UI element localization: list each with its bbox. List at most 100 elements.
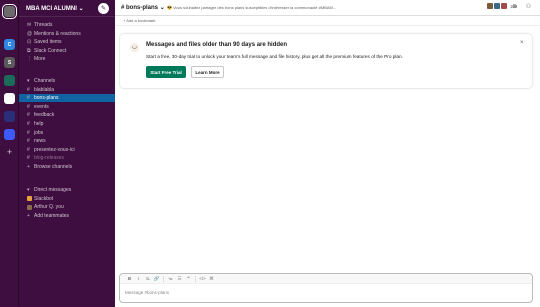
sidebar-item-label: jobs (34, 129, 44, 136)
sidebar-item-channel[interactable]: # presentez-vous-ici (19, 146, 115, 154)
sidebar-item-dm[interactable]: Slackbot (19, 195, 115, 203)
workspace-icon[interactable] (4, 111, 15, 122)
sidebar-item-label: Slackbot (34, 195, 54, 202)
bold-icon[interactable]: B (125, 276, 134, 281)
sidebar-item-label: Slack Connect (34, 47, 67, 54)
sidebar-item-channel[interactable]: # news (19, 137, 115, 145)
hash-icon: # (27, 146, 30, 153)
sidebar-item-label: Mentions & reactions (34, 30, 81, 37)
italic-icon[interactable]: I (134, 276, 143, 281)
sidebar-item-slack[interactable]: ⧉ Slack Connect (19, 47, 115, 55)
user-icon[interactable]: ⚇ (525, 4, 532, 11)
more-icon: ⋮ (27, 56, 32, 63)
sidebar-item-dm[interactable]: Arthur Q. you (19, 203, 115, 211)
code-icon[interactable]: </> (198, 276, 207, 281)
history-limit-banner: ◡ Messages and files older than 90 days … (120, 34, 532, 88)
browse-channels-button[interactable]: + Browse channels (19, 163, 115, 171)
sidebar-item-label: More (34, 56, 46, 63)
sidebar-item-label: Direct messages (34, 187, 72, 193)
add-workspace-button[interactable]: + (5, 148, 14, 157)
at-icon: @ (27, 30, 33, 37)
add-bookmark-button[interactable]: + Add a bookmark (123, 18, 155, 23)
link-icon[interactable]: 🔗 (152, 276, 161, 282)
start-free-trial-button[interactable]: Start Free Trial (146, 66, 186, 78)
sidebar-item-label: Arthur Q. you (34, 204, 64, 211)
channel-header: # bons-plans ⌄ 😎 Vous souhaitez partager… (115, 0, 540, 16)
plus-icon: + (27, 212, 30, 219)
channel-sidebar: MBA MCI ALUMNI ⌄ ✎ ✉ Threads @ Mentions & r… (19, 0, 115, 307)
sidebar-item-saved[interactable]: ⊡ Saved items (19, 38, 115, 46)
hash-icon: # (27, 112, 30, 119)
close-icon[interactable]: × (520, 40, 524, 46)
sidebar-item-channel[interactable]: # help (19, 120, 115, 128)
divider (195, 275, 196, 282)
banner-title: Messages and files older than 90 days ar… (146, 42, 288, 48)
dm-section-header[interactable]: ▾ Direct messages (19, 186, 115, 194)
avatar (501, 3, 507, 9)
sidebar-item-label: Channels (34, 78, 56, 84)
sidebar-item-threads[interactable]: ✉ Threads (19, 21, 115, 29)
sidebar-item-label: bons-plans (34, 95, 59, 102)
sidebar-item-label: events (34, 103, 49, 110)
learn-more-button[interactable]: Learn More (191, 66, 224, 78)
bullet-list-icon[interactable]: ☰ (175, 276, 184, 282)
sidebar-item-label: Saved items (34, 39, 62, 46)
avatar (27, 204, 32, 210)
code-block-icon[interactable]: ⌘ (207, 276, 216, 282)
avatar (494, 3, 500, 9)
message-composer: B I S̶ 🔗 ≔ ☰ ❝ </> ⌘ (119, 273, 533, 303)
workspace-icon[interactable]: S (4, 57, 15, 68)
sidebar-item-channel[interactable]: # blog-releases (19, 154, 115, 162)
sidebar-item-label: Add teammates (34, 212, 70, 219)
divider (163, 275, 164, 282)
sidebar-item-label: Browse channels (34, 164, 73, 170)
workspace-icon[interactable] (4, 75, 15, 86)
sidebar-item-label: blog-releases (34, 155, 65, 162)
channel-topic[interactable]: 😎 Vous souhaitez partager des bons plans… (167, 5, 336, 10)
avatar (27, 196, 32, 202)
sidebar-item-mentions[interactable]: @ Mentions & reactions (19, 30, 115, 38)
sidebar-item-channel[interactable]: # bons-plans (19, 94, 115, 103)
strikethrough-icon[interactable]: S̶ (143, 276, 152, 281)
caret-down-icon: ▾ (27, 78, 30, 84)
sidebar-item-label: feedback (34, 112, 55, 119)
add-teammates-button[interactable]: + Add teammates (19, 212, 115, 220)
sidebar-item-label: help (34, 121, 44, 127)
sidebar-item-channel[interactable]: # blablabla (19, 86, 115, 94)
hash-icon: # (27, 95, 30, 102)
workspace-icon[interactable]: C (4, 39, 15, 50)
bookmark-icon: ⊡ (27, 39, 32, 46)
channel-title[interactable]: # bons-plans ⌄ (121, 4, 165, 11)
avatar (487, 3, 493, 9)
workspace-icon[interactable] (4, 129, 15, 140)
caret-down-icon: ▾ (27, 187, 30, 193)
sidebar-item-label: blablabla (34, 86, 55, 93)
sidebar-item-channel[interactable]: # feedback (19, 111, 115, 119)
hash-icon: # (27, 103, 30, 110)
hash-icon: # (27, 155, 30, 162)
hidden-history-icon: ◡ (130, 43, 139, 52)
ordered-list-icon[interactable]: ≔ (166, 276, 175, 282)
formatting-toolbar: B I S̶ 🔗 ≔ ☰ ❝ </> ⌘ (120, 274, 532, 284)
sidebar-item-more[interactable]: ⋮ More (19, 55, 115, 63)
blockquote-icon[interactable]: ❝ (184, 276, 193, 282)
sidebar-item-channel[interactable]: # jobs (19, 129, 115, 137)
workspace-icon[interactable] (4, 93, 15, 104)
hash-icon: # (27, 138, 30, 145)
sidebar-item-label: news (34, 138, 46, 145)
workspace-rail: + CS (0, 0, 19, 307)
hash-icon: # (27, 86, 30, 93)
workspace-icon[interactable] (2, 4, 17, 19)
workspace-header[interactable]: MBA MCI ALUMNI ⌄ ✎ (19, 0, 115, 17)
bookmark-bar: + Add a bookmark (115, 16, 540, 26)
connect-icon: ⧉ (27, 47, 31, 54)
hash-icon: # (27, 129, 30, 136)
compose-icon[interactable]: ✎ (98, 3, 109, 14)
add-member-icon[interactable]: ⊕ (511, 4, 518, 11)
sidebar-item-label: presentez-vous-ici (34, 146, 75, 153)
workspace-name[interactable]: MBA MCI ALUMNI ⌄ (26, 5, 84, 12)
message-input[interactable] (125, 288, 525, 297)
sidebar-item-channel[interactable]: # events (19, 103, 115, 111)
banner-body: Start a free, 30-day trial to unlock you… (146, 54, 403, 59)
channels-section-header[interactable]: ▾ Channels (19, 77, 115, 85)
